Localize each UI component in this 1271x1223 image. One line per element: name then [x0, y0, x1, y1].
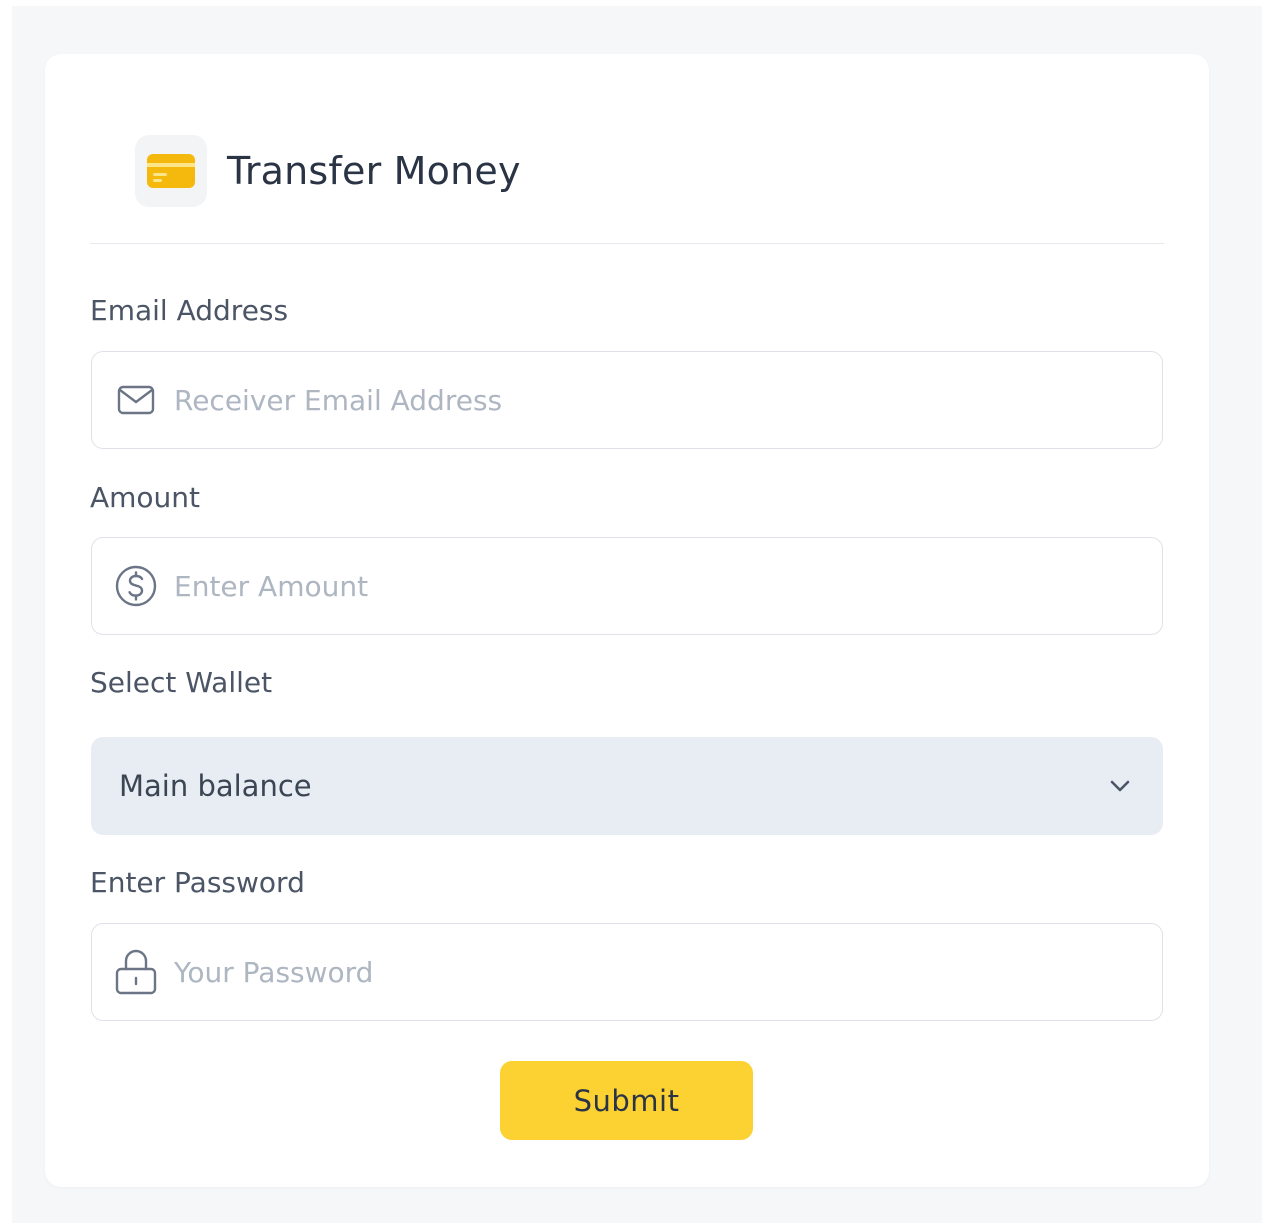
wallet-label: Select Wallet [90, 666, 273, 699]
credit-card-icon [147, 154, 195, 188]
header-icon-container [135, 135, 207, 207]
amount-label: Amount [90, 481, 201, 514]
password-field[interactable] [91, 923, 1163, 1021]
wallet-select[interactable]: Main balance [91, 737, 1163, 835]
amount-input[interactable] [174, 556, 1134, 616]
email-field[interactable] [91, 351, 1163, 449]
password-input[interactable] [174, 942, 1134, 1002]
submit-button[interactable]: Submit [500, 1061, 753, 1140]
dollar-circle-icon [114, 564, 158, 608]
mail-icon [114, 378, 158, 422]
page-title: Transfer Money [227, 149, 521, 193]
email-label: Email Address [90, 294, 289, 327]
password-label: Enter Password [90, 866, 305, 899]
header-divider [90, 243, 1164, 244]
lock-icon [114, 949, 158, 995]
card-header: Transfer Money [90, 134, 521, 208]
email-input[interactable] [174, 370, 1134, 430]
amount-field[interactable] [91, 537, 1163, 635]
chevron-down-icon [1110, 780, 1130, 792]
wallet-selected-value: Main balance [119, 769, 312, 803]
